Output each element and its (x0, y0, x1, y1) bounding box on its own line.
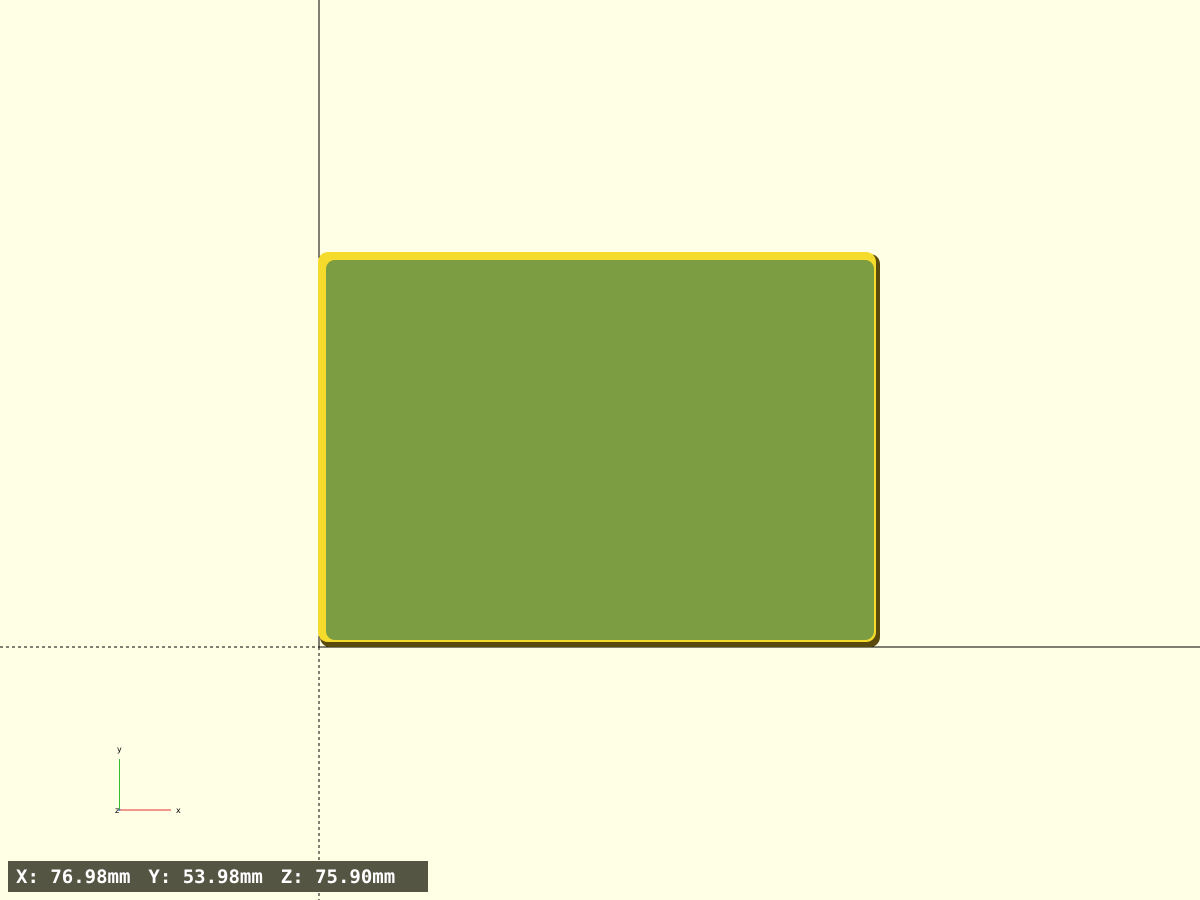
model-plate[interactable] (318, 252, 880, 647)
scene-canvas[interactable]: y x z (0, 0, 1200, 900)
dimension-x: X: 76.98mm (16, 865, 131, 888)
dimension-y: Y: 53.98mm (148, 865, 263, 888)
gizmo-y-label: y (117, 745, 122, 754)
3d-viewport[interactable]: y x z X: 76.98mm Y: 53.98mm Z: 75.90mm (0, 0, 1200, 900)
dimension-z: Z: 75.90mm (280, 865, 396, 888)
gizmo-x-label: x (176, 806, 181, 815)
model-top-face (326, 260, 874, 640)
dimensions-readout: X: 76.98mm Y: 53.98mm Z: 75.90mm (8, 861, 428, 892)
gizmo-z-label: z (115, 806, 119, 815)
